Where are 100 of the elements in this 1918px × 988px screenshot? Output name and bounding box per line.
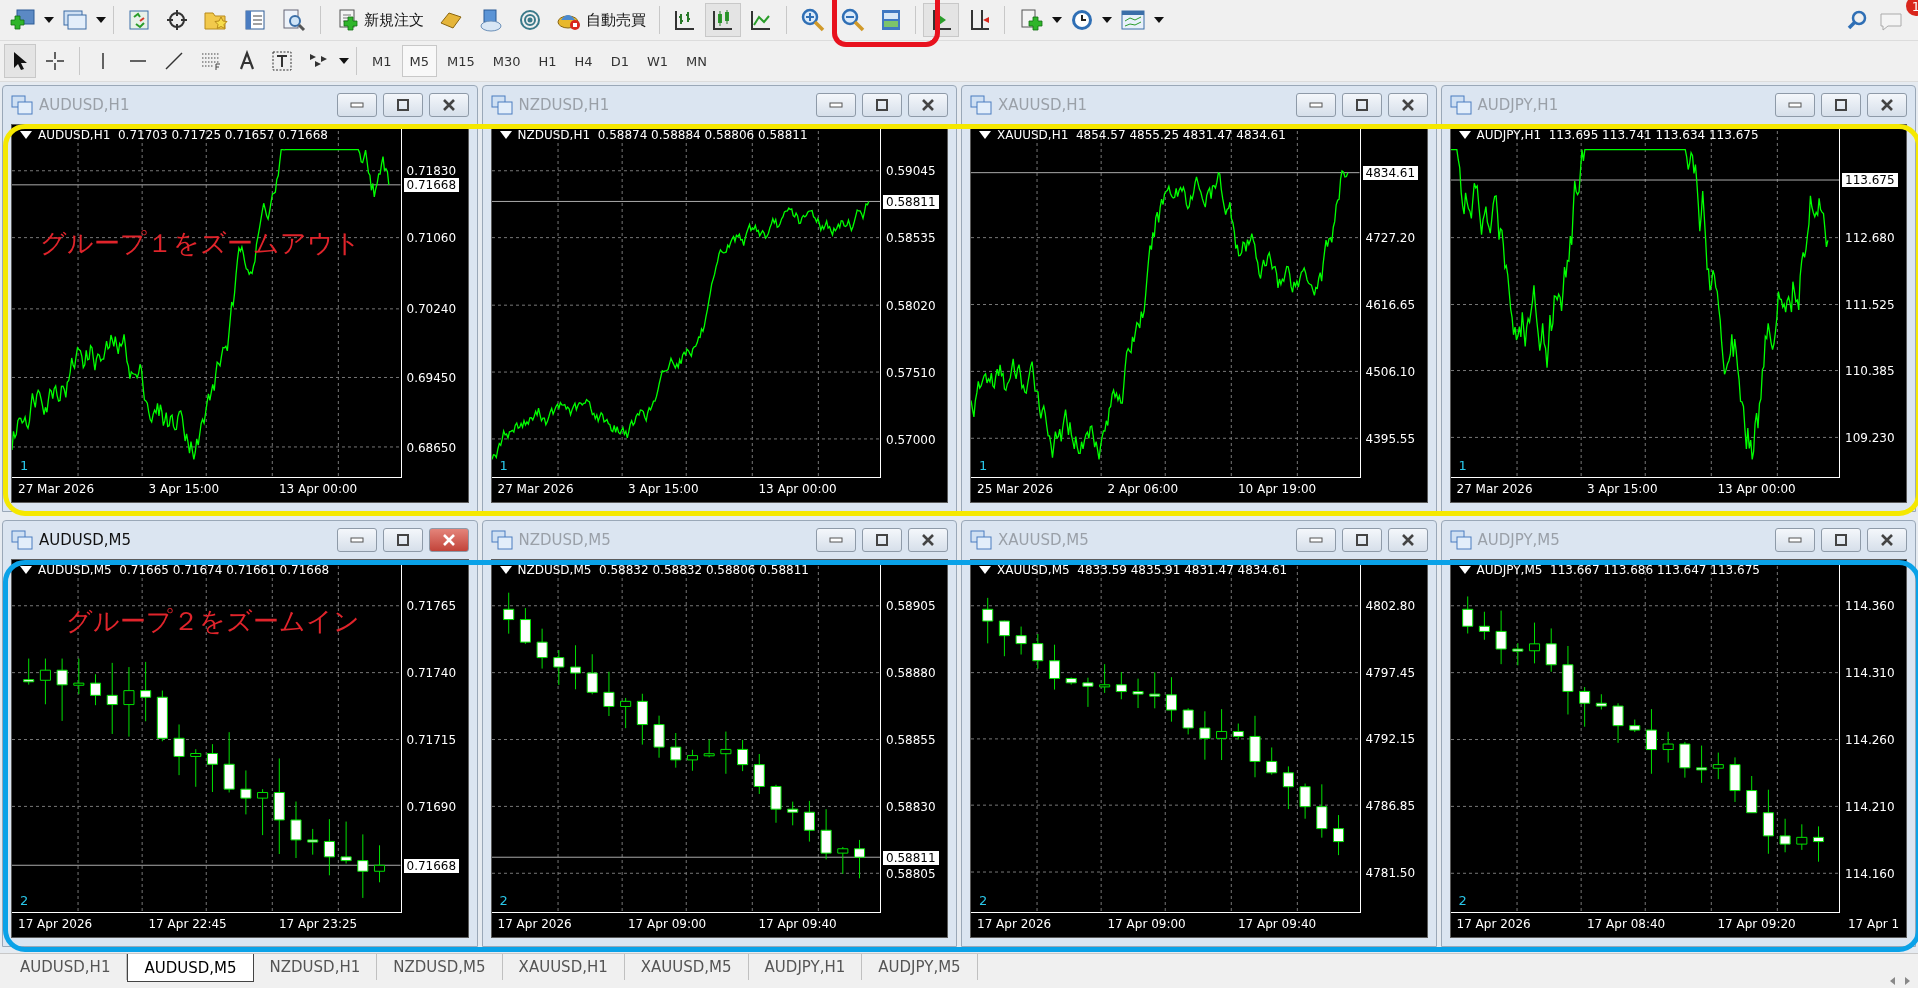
chart-header: AUDJPY,M5 113.667 113.686 113.647 113.675 (1476, 563, 1760, 577)
time-label: 10 Apr 19:00 (1237, 482, 1317, 496)
time-label: 13 Apr 00:00 (1717, 482, 1796, 496)
timeframe-button[interactable]: MN (678, 45, 715, 77)
time-label: 27 Mar 2026 (1456, 482, 1533, 496)
price-label: 4727.20 (1365, 230, 1416, 245)
price-label: 114.310 (1845, 665, 1895, 680)
price-label: 0.71740 (406, 665, 457, 680)
chart-header: NZDUSD,M5 0.58832 0.58832 0.58806 0.58811 (517, 563, 809, 577)
price-label: 109.230 (1845, 431, 1895, 446)
chart-tab[interactable]: XAUUSD,M5 (624, 954, 749, 980)
chart-tab[interactable]: XAUUSD,H1 (502, 954, 625, 980)
window-title: AUDUSD,H1 (39, 96, 131, 114)
price-label: 112.680 (1845, 230, 1895, 245)
current-price-tag: 0.71668 (403, 178, 460, 192)
price-label: 0.58880 (886, 665, 936, 680)
price-label: 0.71060 (406, 230, 457, 245)
price-label: 114.360 (1845, 598, 1895, 613)
price-label: 0.57510 (886, 365, 936, 380)
timeframe-button[interactable]: M5 (401, 45, 437, 77)
timeframe-button[interactable]: D1 (602, 45, 637, 77)
price-label: 4616.65 (1365, 298, 1416, 312)
price-label: 0.70240 (406, 302, 457, 317)
price-label: 4802.80 (1365, 598, 1416, 613)
chart-header: AUDUSD,H1 0.71703 0.71725 0.71657 0.71668 (38, 128, 328, 142)
price-label: 4797.45 (1365, 665, 1416, 680)
price-label: 114.210 (1845, 800, 1895, 815)
time-label: 17 Apr 2026 (18, 917, 93, 931)
chart-tab[interactable]: NZDUSD,M5 (377, 954, 503, 980)
new-order-button[interactable]: 新規注文 (328, 3, 430, 37)
time-label: 17 Apr 09:00 (627, 917, 707, 931)
time-label: 17 Apr 23:25 (278, 917, 358, 931)
chart-tab[interactable]: AUDJPY,M5 (862, 954, 978, 980)
time-label: 13 Apr 00:00 (278, 482, 358, 496)
price-label: 0.68650 (406, 440, 457, 455)
time-label: 25 Mar 2026 (977, 482, 1054, 496)
window-title: AUDUSD,M5 (39, 531, 133, 549)
price-label: 0.71765 (406, 598, 457, 613)
price-label: 4792.15 (1365, 732, 1416, 747)
current-price-tag: 0.71668 (403, 859, 460, 874)
price-label: 111.525 (1845, 298, 1895, 312)
price-label: 0.58855 (886, 733, 936, 747)
subwindow-number: 1 (499, 458, 508, 473)
time-label: 17 Apr 09:40 (1237, 917, 1317, 931)
chart-header: XAUUSD,M5 4833.59 4835.91 4831.47 4834.61 (997, 563, 1288, 577)
time-label: 17 Apr 1 (1847, 917, 1900, 931)
time-label: 17 Apr 09:00 (1107, 917, 1186, 931)
chart-header: XAUUSD,H1 4854.57 4855.25 4831.47 4834.61 (997, 128, 1286, 142)
chart-header: AUDUSD,M5 0.71665 0.71674 0.71661 0.71668 (38, 563, 330, 577)
time-label: 17 Apr 09:40 (758, 917, 837, 931)
time-label: 17 Apr 09:20 (1717, 917, 1796, 931)
auto-trading-button[interactable]: 自動売買 (550, 3, 652, 37)
time-label: 17 Apr 08:40 (1586, 917, 1666, 931)
time-label: 3 Apr 15:00 (627, 482, 699, 496)
chart-tab[interactable]: AUDUSD,M5 (127, 954, 254, 982)
timeframe-button[interactable]: H4 (566, 45, 601, 77)
chart-tab[interactable]: NZDUSD,H1 (253, 954, 378, 980)
price-label: 4395.55 (1365, 432, 1416, 447)
subwindow-number: 1 (1458, 458, 1467, 473)
price-label: 114.160 (1845, 867, 1895, 882)
time-label: 3 Apr 15:00 (1586, 482, 1658, 496)
window-title: XAUUSD,M5 (998, 531, 1090, 549)
time-label: 27 Mar 2026 (18, 482, 95, 496)
current-price-tag: 113.675 (1842, 173, 1898, 188)
current-price-tag: 0.58811 (883, 194, 939, 209)
window-title: XAUUSD,H1 (998, 96, 1089, 114)
window-title: NZDUSD,H1 (518, 96, 611, 114)
chart-header: NZDUSD,H1 0.58874 0.58884 0.58806 0.58811 (517, 128, 808, 142)
price-label: 0.71715 (406, 733, 457, 747)
price-label: 4506.10 (1365, 365, 1416, 380)
price-label: 0.58905 (886, 598, 936, 613)
window-title: NZDUSD,M5 (518, 531, 612, 549)
subwindow-number: 1 (979, 458, 988, 473)
group-annotation: グループ２をズームイン (66, 605, 360, 638)
price-label: 0.59045 (886, 163, 936, 178)
price-label: 0.71830 (406, 163, 457, 178)
timeframe-button[interactable]: M1 (364, 45, 400, 77)
timeframe-button[interactable]: M15 (439, 45, 483, 77)
price-label: 0.58830 (886, 800, 936, 815)
time-label: 17 Apr 2026 (497, 917, 572, 931)
timeframe-button[interactable]: H1 (530, 45, 565, 77)
time-label: 17 Apr 2026 (977, 917, 1052, 931)
price-label: 110.385 (1845, 364, 1895, 379)
timeframe-button[interactable]: W1 (638, 45, 677, 77)
window-title: AUDJPY,H1 (1477, 96, 1560, 114)
price-label: 4786.85 (1365, 798, 1416, 813)
notification-badge: 1 (1906, 0, 1918, 16)
price-label: 0.58805 (886, 867, 936, 882)
window-title: AUDJPY,M5 (1477, 531, 1561, 549)
subwindow-number: 2 (979, 893, 988, 908)
timeframe-button[interactable]: M30 (484, 45, 529, 77)
subwindow-number: 1 (20, 458, 29, 473)
price-label: 0.58535 (886, 230, 936, 245)
price-label: 0.69450 (406, 371, 457, 386)
time-label: 17 Apr 2026 (1456, 917, 1531, 931)
price-label: 4781.50 (1365, 865, 1416, 880)
subwindow-number: 2 (20, 893, 29, 908)
price-label: 114.260 (1845, 733, 1895, 747)
chart-tab[interactable]: AUDJPY,H1 (748, 954, 863, 980)
chart-header: AUDJPY,H1 113.695 113.741 113.634 113.675 (1476, 128, 1759, 142)
